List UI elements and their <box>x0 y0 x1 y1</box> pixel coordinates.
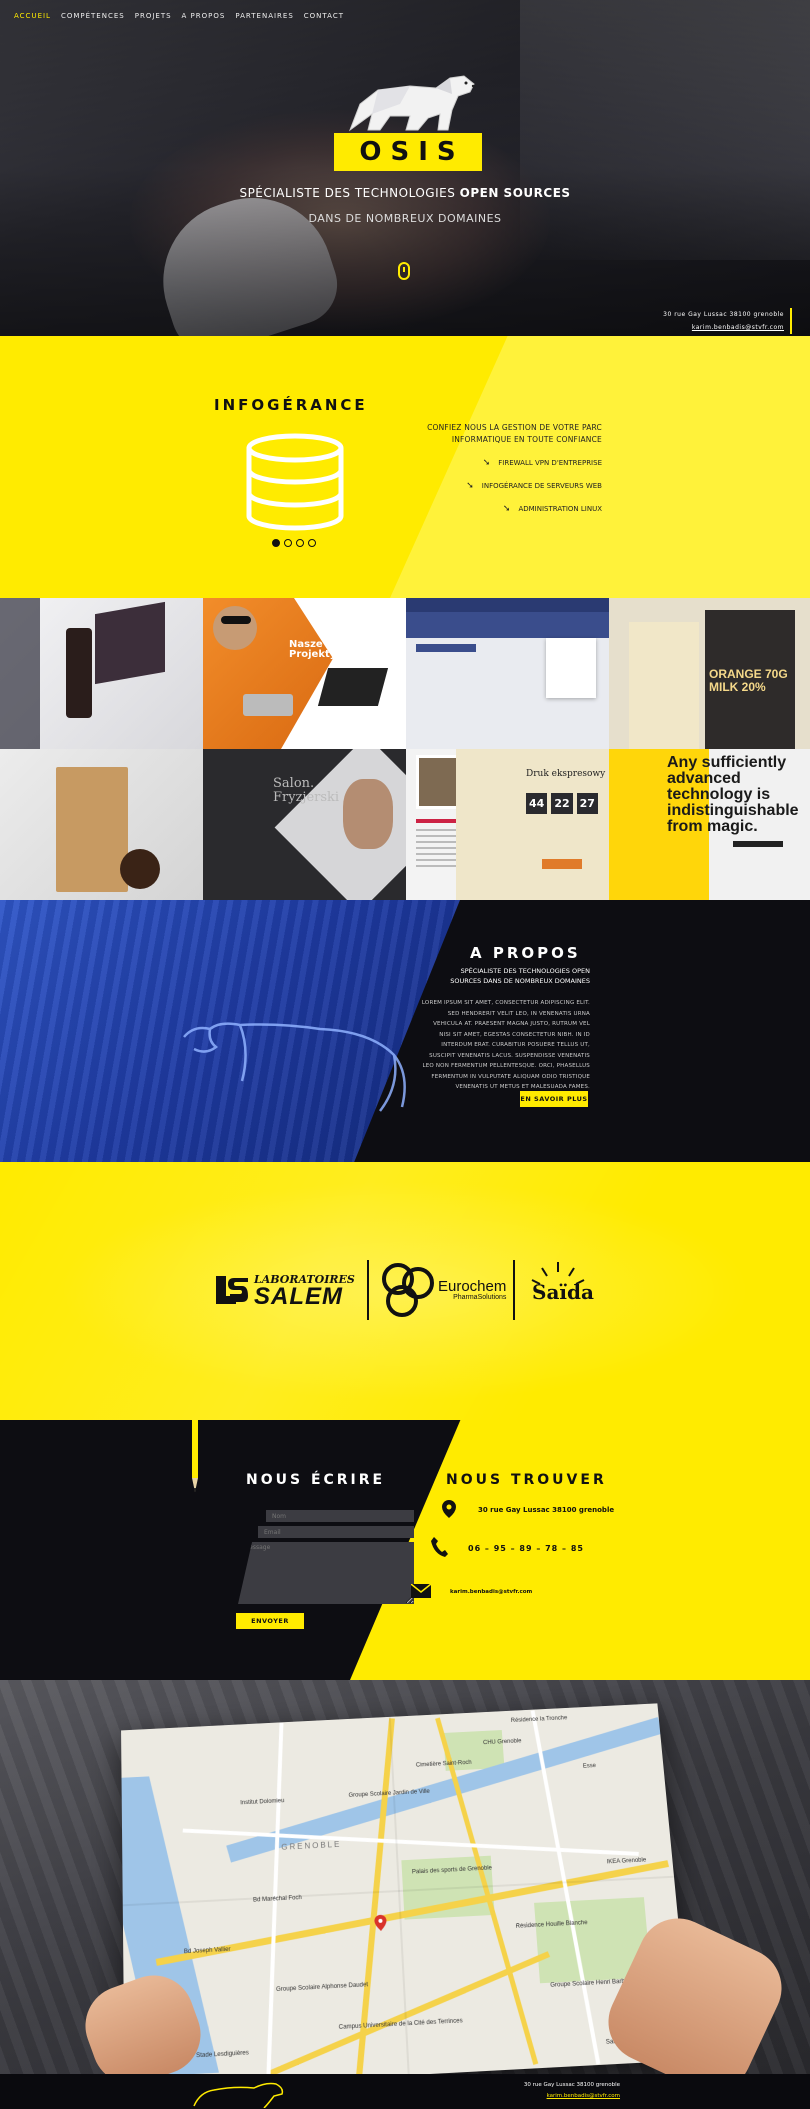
nav-item-projets[interactable]: Projets <box>135 12 172 20</box>
nav-item-partenaires[interactable]: Partenaires <box>235 12 293 20</box>
hero-tagline-line2: DANS DE NOMBREUX DOMAINES <box>308 212 502 225</box>
contact-phone: 06 – 95 – 89 – 78 – 85 <box>428 1536 584 1560</box>
nav-item-contact[interactable]: Contact <box>304 12 344 20</box>
apropos-body: Lorem ipsum sit amet, consectetur adipis… <box>421 1000 590 1090</box>
map-section: GRENOBLE Institut Dolomieu Groupe Scolai… <box>0 1680 810 2074</box>
apropos-section: A PROPOS SPÉCIALISTE DES TECHNOLOGIES OP… <box>0 900 810 1162</box>
partner-salem[interactable]: LABORATOIRES SALEM <box>214 1258 355 1322</box>
footer: 30 rue Gay Lussac 38100 grenoble karim.b… <box>0 2074 810 2109</box>
slider-dot[interactable] <box>308 539 316 547</box>
top-nav: Accueil Compétences Projets A propos Par… <box>14 12 344 20</box>
slider-dots <box>272 539 316 547</box>
partner-saida[interactable]: Saïda <box>528 1258 594 1322</box>
feature-item: ➘ ADMINISTRATION LINUX <box>502 504 602 514</box>
partner-eurochem[interactable]: Eurochem PharmaSolutions <box>380 1258 506 1322</box>
hero-tagline: SPÉCIALISTE DES TECHNOLOGIES OPEN SOURCE… <box>239 186 571 200</box>
slider-dot[interactable] <box>272 539 280 547</box>
contact-email[interactable]: karim.benbadis@stvfr.com <box>410 1583 532 1600</box>
contact-address: 30 rue Gay Lussac 38100 grenoble <box>438 1500 614 1520</box>
scroll-down-icon[interactable] <box>398 262 410 280</box>
infogerance-title: INFOGÉRANCE <box>214 396 368 414</box>
arrow-icon: ➘ <box>482 458 491 468</box>
message-textarea[interactable] <box>238 1542 414 1604</box>
database-icon <box>246 433 344 531</box>
nav-item-competences[interactable]: Compétences <box>61 12 125 20</box>
hero-address: 30 rue Gay Lussac 38100 grenoble karim.b… <box>663 308 784 334</box>
map-pin-icon <box>438 1500 460 1520</box>
project-tile-countdown[interactable]: Druk ekspresowy 44 22 27 <box>456 749 609 900</box>
nav-item-accueil[interactable]: Accueil <box>14 12 51 20</box>
contact-section: NOUS ÉCRIRE NOUS TROUVER ENVOYER 30 rue … <box>0 1420 810 1680</box>
polar-bear-footer-icon <box>193 2082 284 2108</box>
countdown-digit: 27 <box>576 793 598 814</box>
infogerance-description: CONFIEZ NOUS LA GESTION DE VOTRE PARC IN… <box>427 423 602 444</box>
partners-section: LABORATOIRES SALEM Eurochem PharmaSoluti… <box>0 1162 810 1420</box>
polar-bear-outline-icon <box>183 1022 406 1112</box>
slider-dot[interactable] <box>296 539 304 547</box>
project-tile-boots[interactable] <box>0 598 203 749</box>
quote-text: Any sufficiently advanced technology is … <box>667 754 799 835</box>
footer-address: 30 rue Gay Lussac 38100 grenoble karim.b… <box>524 2080 620 2102</box>
email-input[interactable] <box>258 1526 414 1538</box>
footer-email-link[interactable]: karim.benbadis@stvfr.com <box>524 2091 620 2102</box>
feature-item: ➘ INFOGÉRANCE DE SERVEURS WEB <box>466 481 602 491</box>
arrow-icon: ➘ <box>466 481 474 491</box>
salem-logo-icon <box>216 1276 248 1304</box>
apropos-title: A PROPOS <box>470 944 581 962</box>
hero-email-link[interactable]: karim.benbadis@stvfr.com <box>663 321 784 334</box>
map-marker-icon[interactable] <box>374 1914 387 1932</box>
project-tile-milk[interactable]: ORANGE 70G MILK 20% <box>609 598 810 749</box>
projects-section: Nasze Projekty ORANGE 70G MILK 20% Salon… <box>0 598 810 900</box>
countdown-digit: 22 <box>551 793 573 814</box>
project-tile-quote[interactable]: Any sufficiently advanced technology is … <box>609 749 810 900</box>
name-input[interactable] <box>266 1510 414 1522</box>
countdown-digit: 44 <box>526 793 548 814</box>
nous-trouver-title: NOUS TROUVER <box>446 1472 607 1488</box>
polar-bear-logo-icon <box>348 75 475 132</box>
project-tile-coffee[interactable] <box>0 749 203 900</box>
nous-ecrire-title: NOUS ÉCRIRE <box>246 1472 386 1488</box>
en-savoir-plus-button[interactable]: EN SAVOIR PLUS <box>520 1091 588 1107</box>
project-tile-dashboard[interactable] <box>406 598 609 749</box>
nav-item-apropos[interactable]: A propos <box>182 12 226 20</box>
apropos-subtitle: SPÉCIALISTE DES TECHNOLOGIES OPEN SOURCE… <box>450 967 590 985</box>
project-tile-nasze[interactable]: Nasze Projekty <box>203 598 406 749</box>
envelope-icon <box>410 1583 432 1600</box>
eurochem-logo-icon <box>382 1263 434 1317</box>
project-tile-salon[interactable]: Salon. Fryzjerski <box>203 749 406 900</box>
osis-logo[interactable]: OSIS <box>334 133 482 171</box>
arrow-icon: ➘ <box>502 504 511 514</box>
slider-dot[interactable] <box>284 539 292 547</box>
feature-item: ➘ FIREWALL VPN D'ENTREPRISE <box>482 458 602 468</box>
phone-icon <box>428 1536 450 1560</box>
envoyer-button[interactable]: ENVOYER <box>236 1613 304 1629</box>
infogerance-section: INFOGÉRANCE CONFIEZ NOUS LA GESTION DE V… <box>0 336 810 598</box>
city-map[interactable]: GRENOBLE Institut Dolomieu Groupe Scolai… <box>121 1703 692 2074</box>
hero-section: Accueil Compétences Projets A propos Par… <box>0 0 810 336</box>
pencil-icon <box>192 1420 198 1492</box>
